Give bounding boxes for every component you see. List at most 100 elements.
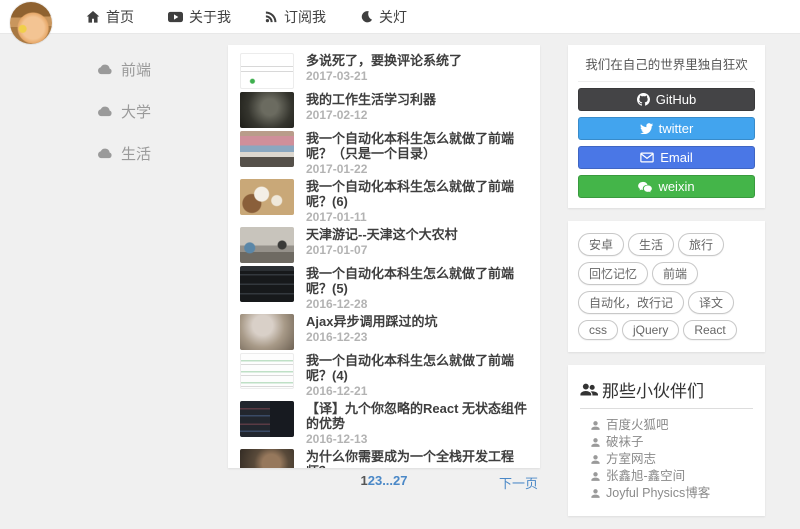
post-thumbnail (240, 131, 294, 167)
person-icon (590, 488, 601, 499)
tag-react[interactable]: React (683, 320, 737, 340)
nav-item-lights-off[interactable]: 关灯 (360, 7, 407, 27)
twitter-button[interactable]: twitter (578, 117, 755, 140)
post-date: 2016-12-21 (306, 384, 368, 398)
category-label: 前端 (121, 61, 152, 79)
post-row[interactable]: 【译】九个你忽略的React 无状态组件的优势 2016-12-13 (240, 401, 528, 446)
post-row[interactable]: Ajax异步调用踩过的坑 2016-12-23 (240, 314, 528, 350)
category-frontend[interactable]: 前端 (96, 48, 151, 90)
post-title: Ajax异步调用踩过的坑 (306, 314, 438, 329)
weixin-button[interactable]: weixin (578, 175, 755, 198)
friend-link[interactable]: Joyful Physics博客 (590, 485, 753, 502)
post-thumbnail (240, 92, 294, 128)
friend-name: Joyful Physics博客 (606, 486, 711, 500)
post-title: 天津游记--天津这个大农村 (306, 227, 458, 242)
category-life[interactable]: 生活 (96, 132, 151, 174)
post-date: 2017-02-12 (306, 108, 368, 122)
tag-android[interactable]: 安卓 (578, 233, 625, 256)
category-sidebar: 前端 大学 生活 (96, 48, 151, 174)
page-link-2[interactable]: 2 (368, 473, 375, 488)
page-link-27[interactable]: 27 (393, 473, 407, 488)
social-button-label: GitHub (655, 92, 697, 107)
site-avatar[interactable] (10, 2, 52, 44)
friends-card-header: 那些小伙伴们 (580, 377, 753, 409)
tag-translation[interactable]: 译文 (688, 291, 735, 314)
email-button[interactable]: Email (578, 146, 755, 169)
friend-link[interactable]: 破袜子 (590, 434, 753, 451)
post-thumbnail (240, 314, 294, 350)
nav-item-label: 首页 (106, 8, 134, 25)
social-button-label: Email (660, 150, 693, 165)
friends-card-title: 那些小伙伴们 (602, 382, 704, 401)
tag-travel[interactable]: 旅行 (678, 233, 725, 256)
moon-icon (360, 10, 373, 23)
tag-frontend[interactable]: 前端 (652, 262, 699, 285)
post-date: 2017-01-11 (306, 210, 367, 224)
wechat-icon (638, 181, 653, 193)
nav-items: 首页 关于我 订阅我 关灯 (86, 0, 800, 33)
post-thumbnail (240, 401, 294, 437)
post-date: 2016-12-23 (306, 330, 368, 344)
users-icon (580, 382, 598, 397)
post-row[interactable]: 天津游记--天津这个大农村 2017-01-07 (240, 227, 528, 263)
nav-item-label: 关于我 (189, 8, 231, 25)
cloud-icon (96, 105, 113, 118)
post-list: 多说死了，要换评论系统了 2017-03-21 我的工作生活学习利器 2017-… (228, 45, 540, 468)
post-title: 【译】九个你忽略的React 无状态组件的优势 (306, 401, 528, 431)
post-thumbnail (240, 227, 294, 263)
friend-name: 方室网志 (606, 452, 657, 466)
social-button-label: twitter (658, 121, 694, 136)
next-page-link[interactable]: 下一页 (499, 473, 538, 492)
page-numbers: 123...27 (228, 473, 540, 488)
post-thumbnail (240, 179, 294, 215)
post-date: 2017-03-21 (306, 69, 368, 83)
post-thumbnail (240, 449, 294, 468)
rss-icon (265, 10, 278, 23)
friend-link[interactable]: 百度火狐吧 (590, 417, 753, 434)
friend-link[interactable]: 张鑫旭-鑫空间 (590, 468, 753, 485)
post-row[interactable]: 多说死了，要换评论系统了 2017-03-21 (240, 53, 528, 89)
tag-career-change[interactable]: 自动化，改行记 (578, 291, 685, 314)
post-thumbnail (240, 53, 294, 89)
nav-item-about[interactable]: 关于我 (168, 7, 231, 27)
social-card: 我们在自己的世界里独自狂欢 GitHub twitter Email weixi… (568, 45, 765, 208)
friend-name: 百度火狐吧 (606, 418, 669, 432)
post-thumbnail (240, 266, 294, 302)
friend-name: 张鑫旭-鑫空间 (606, 469, 686, 483)
github-icon (636, 93, 650, 106)
category-college[interactable]: 大学 (96, 90, 151, 132)
nav-item-home[interactable]: 首页 (86, 7, 134, 27)
github-button[interactable]: GitHub (578, 88, 755, 111)
post-title: 我一个自动化本科生怎么就做了前端呢？(6) (306, 179, 515, 209)
post-row[interactable]: 我一个自动化本科生怎么就做了前端呢？(5) 2016-12-28 (240, 266, 528, 311)
cloud-icon (96, 63, 113, 76)
social-button-label: weixin (658, 179, 695, 194)
right-sidebar: 我们在自己的世界里独自狂欢 GitHub twitter Email weixi… (568, 45, 765, 529)
tag-css[interactable]: css (578, 320, 618, 340)
post-row[interactable]: 为什么你需要成为一个全栈开发工程师？ 2016-12-06 (240, 449, 528, 468)
top-navbar: 首页 关于我 订阅我 关灯 (0, 0, 800, 34)
category-label: 大学 (121, 103, 152, 121)
post-row[interactable]: 我一个自动化本科生怎么就做了前端呢？(6) 2017-01-11 (240, 179, 528, 224)
tag-memories[interactable]: 回忆记忆 (578, 262, 649, 285)
post-date: 2017-01-22 (306, 162, 368, 176)
pagination: 123...27 下一页 (228, 473, 540, 493)
page-ellipsis: ... (382, 473, 394, 488)
nav-item-label: 订阅我 (284, 8, 326, 25)
post-date: 2016-12-13 (306, 432, 368, 446)
post-row[interactable]: 我的工作生活学习利器 2017-02-12 (240, 92, 528, 128)
tag-life[interactable]: 生活 (628, 233, 675, 256)
friend-link[interactable]: 方室网志 (590, 451, 753, 468)
post-date: 2016-12-28 (306, 297, 368, 311)
envelope-icon (640, 152, 654, 163)
post-row[interactable]: 我一个自动化本科生怎么就做了前端呢？（只是一个目录） 2017-01-22 (240, 131, 528, 176)
post-thumbnail (240, 353, 294, 389)
home-icon (86, 10, 100, 24)
nav-item-label: 关灯 (379, 8, 407, 25)
nav-item-subscribe[interactable]: 订阅我 (265, 7, 326, 27)
tags-card: 安卓 生活 旅行回忆记忆 前端自动化，改行记 译文 css jQuery React (568, 221, 765, 352)
post-row[interactable]: 我一个自动化本科生怎么就做了前端呢？(4) 2016-12-21 (240, 353, 528, 398)
person-icon (590, 420, 601, 431)
person-icon (590, 454, 601, 465)
tag-jquery[interactable]: jQuery (622, 320, 680, 340)
